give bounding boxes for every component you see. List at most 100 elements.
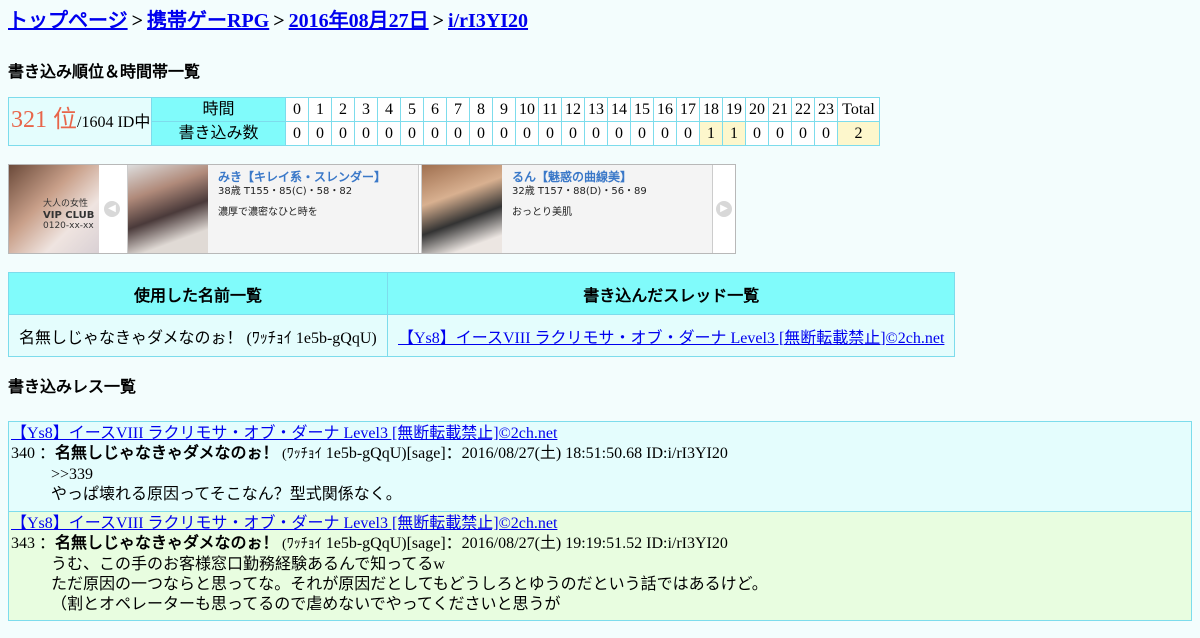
hour-header: 15 — [630, 97, 654, 122]
post-body: うむ、この手のお客様窓口勤務経験あるんで知ってるw ただ原因の一つならと思ってな… — [11, 555, 1191, 615]
hour-count: 0 — [607, 121, 631, 146]
hour-count: 0 — [768, 121, 792, 146]
hour-header: 0 — [285, 97, 309, 122]
hour-count: 0 — [400, 121, 424, 146]
post-line[interactable]: >>339 — [51, 465, 1191, 485]
breadcrumb-date[interactable]: 2016年08月27日 — [289, 10, 429, 32]
hour-header: 12 — [561, 97, 585, 122]
rank-table: 321 位/1604 ID中 時間 0 1 2 3 4 5 6 7 8 9 10… — [8, 97, 880, 146]
ad-logo-line: VIP CLUB — [43, 210, 95, 221]
breadcrumb-separator: > — [432, 10, 445, 32]
hour-count: 0 — [377, 121, 401, 146]
post-line: うむ、この手のお客様窓口勤務経験あるんで知ってるw — [51, 556, 445, 573]
post-header: 340 ：名無しじゃなきゃダメなのぉ！ (ﾜｯﾁｮｲ 1e5b-gQqU)[sa… — [11, 444, 1191, 465]
hour-header: 23 — [814, 97, 838, 122]
post-thread-link[interactable]: 【Ys8】イースVIII ラクリモサ・オブ・ダーナ Level3 [無断転載禁止… — [11, 425, 557, 442]
posts-list: 【Ys8】イースVIII ラクリモサ・オブ・ダーナ Level3 [無断転載禁止… — [8, 421, 1192, 621]
ad-banner[interactable]: 大人の女性 VIP CLUB 0120-xx-xx ◀ みき【キレイ系・スレンダ… — [8, 164, 736, 254]
post-number[interactable]: 340 ： — [11, 445, 55, 462]
hour-count: 0 — [492, 121, 516, 146]
hour-row-label: 時間 — [151, 97, 286, 122]
hour-count: 0 — [285, 121, 309, 146]
hour-header: 9 — [492, 97, 516, 122]
post-meta: 1e5b-gQqU)[sage]：2016/08/27(土) 18:51:50.… — [321, 445, 728, 462]
ad-next-button[interactable]: ▶ — [713, 165, 735, 253]
hour-count: 0 — [676, 121, 700, 146]
breadcrumb-id[interactable]: i/rI3YI20 — [448, 10, 528, 32]
hour-header: 21 — [768, 97, 792, 122]
post: 【Ys8】イースVIII ラクリモサ・オブ・ダーナ Level3 [無断転載禁止… — [8, 421, 1192, 512]
ad-card[interactable]: るん【魅惑の曲線美】 32歳 T157・88(D)・56・89 おっとり美肌 — [421, 165, 713, 253]
hour-header: 6 — [423, 97, 447, 122]
hour-count: 1 — [699, 121, 723, 146]
ad-logo-text: 大人の女性 VIP CLUB 0120-xx-xx — [43, 199, 94, 232]
hour-count: 0 — [630, 121, 654, 146]
breadcrumb-top[interactable]: トップページ — [8, 10, 128, 32]
ad-logo-line: 大人の女性 — [43, 199, 89, 209]
ad-card-desc: おっとり美肌 — [512, 207, 572, 218]
post-thread-link[interactable]: 【Ys8】イースVIII ラクリモサ・オブ・ダーナ Level3 [無断転載禁止… — [11, 515, 557, 532]
hour-count: 0 — [653, 121, 677, 146]
hour-count: 0 — [469, 121, 493, 146]
post-line: （割とオペレーターも思ってるので虐めないでやってくださいと思うが — [51, 596, 561, 613]
hour-header: 14 — [607, 97, 631, 122]
rank-number: 321 位 — [11, 107, 77, 133]
hour-header: 3 — [354, 97, 378, 122]
hour-count: 1 — [722, 121, 746, 146]
ad-card-name[interactable]: るん【魅惑の曲線美】 — [512, 169, 647, 185]
hour-header: 17 — [676, 97, 700, 122]
ad-card-text: るん【魅惑の曲線美】 32歳 T157・88(D)・56・89 おっとり美肌 — [512, 169, 647, 219]
hour-header: 11 — [538, 97, 562, 122]
ad-card-photo[interactable] — [422, 165, 502, 253]
post-number[interactable]: 343 ： — [11, 535, 55, 552]
hour-count: 0 — [791, 121, 815, 146]
post-trip: (ﾜｯﾁｮｲ — [278, 447, 322, 462]
post-name: 名無しじゃなきゃダメなのぉ！ — [55, 535, 279, 552]
breadcrumb-board[interactable]: 携帯ゲーRPG — [147, 10, 269, 32]
hour-header: 2 — [331, 97, 355, 122]
hour-header: 18 — [699, 97, 723, 122]
used-name: 名無しじゃなきゃダメなのぉ！ (ﾜｯﾁｮｲ 1e5b-gQqU) — [8, 314, 388, 357]
hour-count: 0 — [584, 121, 608, 146]
chevron-left-icon: ◀ — [104, 201, 120, 217]
thread-link[interactable]: 【Ys8】イースVIII ラクリモサ・オブ・ダーナ Level3 [無断転載禁止… — [398, 330, 944, 347]
post-meta: 1e5b-gQqU)[sage]：2016/08/27(土) 19:19:51.… — [321, 535, 728, 552]
hour-header: 5 — [400, 97, 424, 122]
hour-count: 0 — [331, 121, 355, 146]
hour-count: 0 — [814, 121, 838, 146]
count-row-label: 書き込み数 — [151, 121, 286, 146]
ad-card[interactable]: みき【キレイ系・スレンダー】 38歳 T155・85(C)・58・82 濃厚で濃… — [127, 165, 419, 253]
threads-header: 書き込んだスレッド一覧 — [386, 272, 956, 315]
ad-card-photo[interactable] — [128, 165, 208, 253]
ad-logo[interactable]: 大人の女性 VIP CLUB 0120-xx-xx — [9, 165, 99, 253]
hour-count: 0 — [446, 121, 470, 146]
hour-count: 0 — [538, 121, 562, 146]
ad-card-desc: 濃厚で濃密なひと時を — [218, 207, 318, 218]
hour-header: 4 — [377, 97, 401, 122]
names-header: 使用した名前一覧 — [8, 272, 388, 315]
hour-header: 10 — [515, 97, 539, 122]
hour-header: 13 — [584, 97, 608, 122]
ad-card-name[interactable]: みき【キレイ系・スレンダー】 — [218, 169, 386, 185]
hour-header: 22 — [791, 97, 815, 122]
hour-header: 8 — [469, 97, 493, 122]
ad-card-text: みき【キレイ系・スレンダー】 38歳 T155・85(C)・58・82 濃厚で濃… — [218, 169, 386, 219]
total-count: 2 — [837, 121, 880, 146]
post-name: 名無しじゃなきゃダメなのぉ！ — [55, 445, 279, 462]
chevron-right-icon: ▶ — [716, 201, 732, 217]
hour-count: 0 — [515, 121, 539, 146]
hour-header: 20 — [745, 97, 769, 122]
post-body: >>339 やっぱ壊れる原因ってそこなん？型式関係なく。 — [11, 465, 1191, 505]
ad-card-spec: 38歳 T155・85(C)・58・82 — [218, 186, 353, 197]
ad-card-spec: 32歳 T157・88(D)・56・89 — [512, 186, 647, 197]
post-header: 343 ：名無しじゃなきゃダメなのぉ！ (ﾜｯﾁｮｲ 1e5b-gQqU)[sa… — [11, 534, 1191, 555]
hour-count: 0 — [745, 121, 769, 146]
post-line: ただ原因の一つならと思ってな。それが原因だとしてもどうしろとゆうのだという話では… — [51, 576, 768, 593]
breadcrumb-separator: > — [131, 10, 144, 32]
posts-section-title: 書き込みレス一覧 — [8, 379, 137, 396]
hour-header: 19 — [722, 97, 746, 122]
rank-suffix: /1604 ID中 — [77, 114, 151, 131]
thread-cell: 【Ys8】イースVIII ラクリモサ・オブ・ダーナ Level3 [無断転載禁止… — [386, 314, 956, 357]
hour-count: 0 — [354, 121, 378, 146]
ad-prev-button[interactable]: ◀ — [101, 165, 123, 253]
